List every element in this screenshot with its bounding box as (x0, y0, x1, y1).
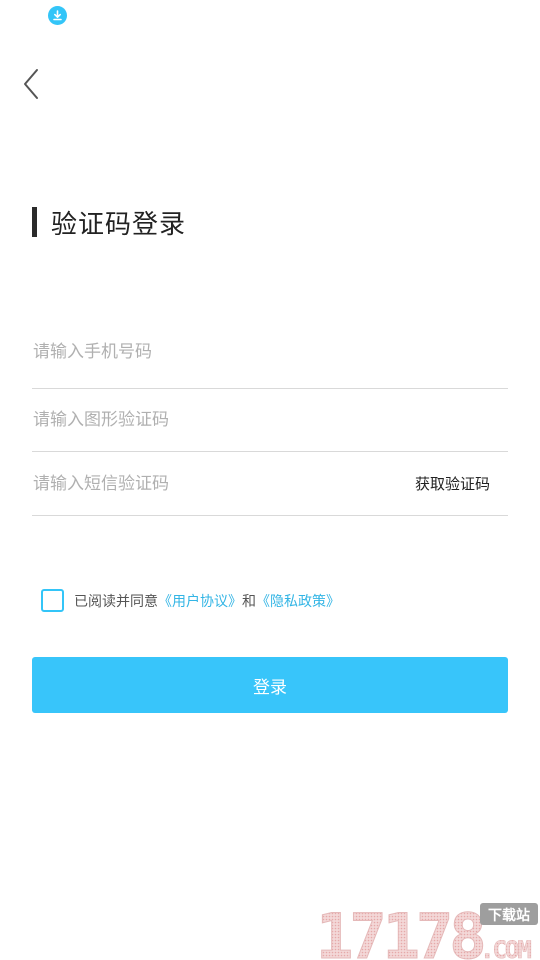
download-icon (48, 6, 67, 25)
sms-code-input[interactable] (32, 452, 415, 515)
agreement-row: 已阅读并同意 《用户协议》 和 《隐私政策》 (41, 588, 340, 613)
agreement-checkbox[interactable] (41, 589, 64, 612)
agreement-conjunction: 和 (242, 593, 256, 610)
login-button[interactable]: 登录 (32, 657, 508, 713)
svg-text:下载站: 下载站 (488, 907, 530, 924)
user-agreement-link[interactable]: 《用户协议》 (158, 591, 242, 611)
sms-code-field: 获取验证码 (32, 452, 508, 516)
get-code-button[interactable]: 获取验证码 (415, 473, 490, 494)
chevron-left-icon (24, 69, 38, 99)
image-code-input[interactable] (32, 389, 508, 451)
agreement-prefix: 已阅读并同意 (74, 593, 158, 610)
phone-field (32, 316, 508, 389)
svg-text:17178: 17178 (316, 900, 483, 960)
image-code-field (32, 389, 508, 452)
phone-input[interactable] (32, 316, 508, 388)
page-header: 验证码登录 (32, 204, 186, 240)
back-button[interactable] (14, 64, 48, 104)
title-accent-bar (32, 207, 37, 237)
watermark-logo: 17178 下载站 .COM (316, 900, 540, 960)
privacy-policy-link[interactable]: 《隐私政策》 (256, 591, 340, 611)
page-title: 验证码登录 (51, 209, 187, 240)
svg-text:.COM: .COM (480, 936, 531, 960)
